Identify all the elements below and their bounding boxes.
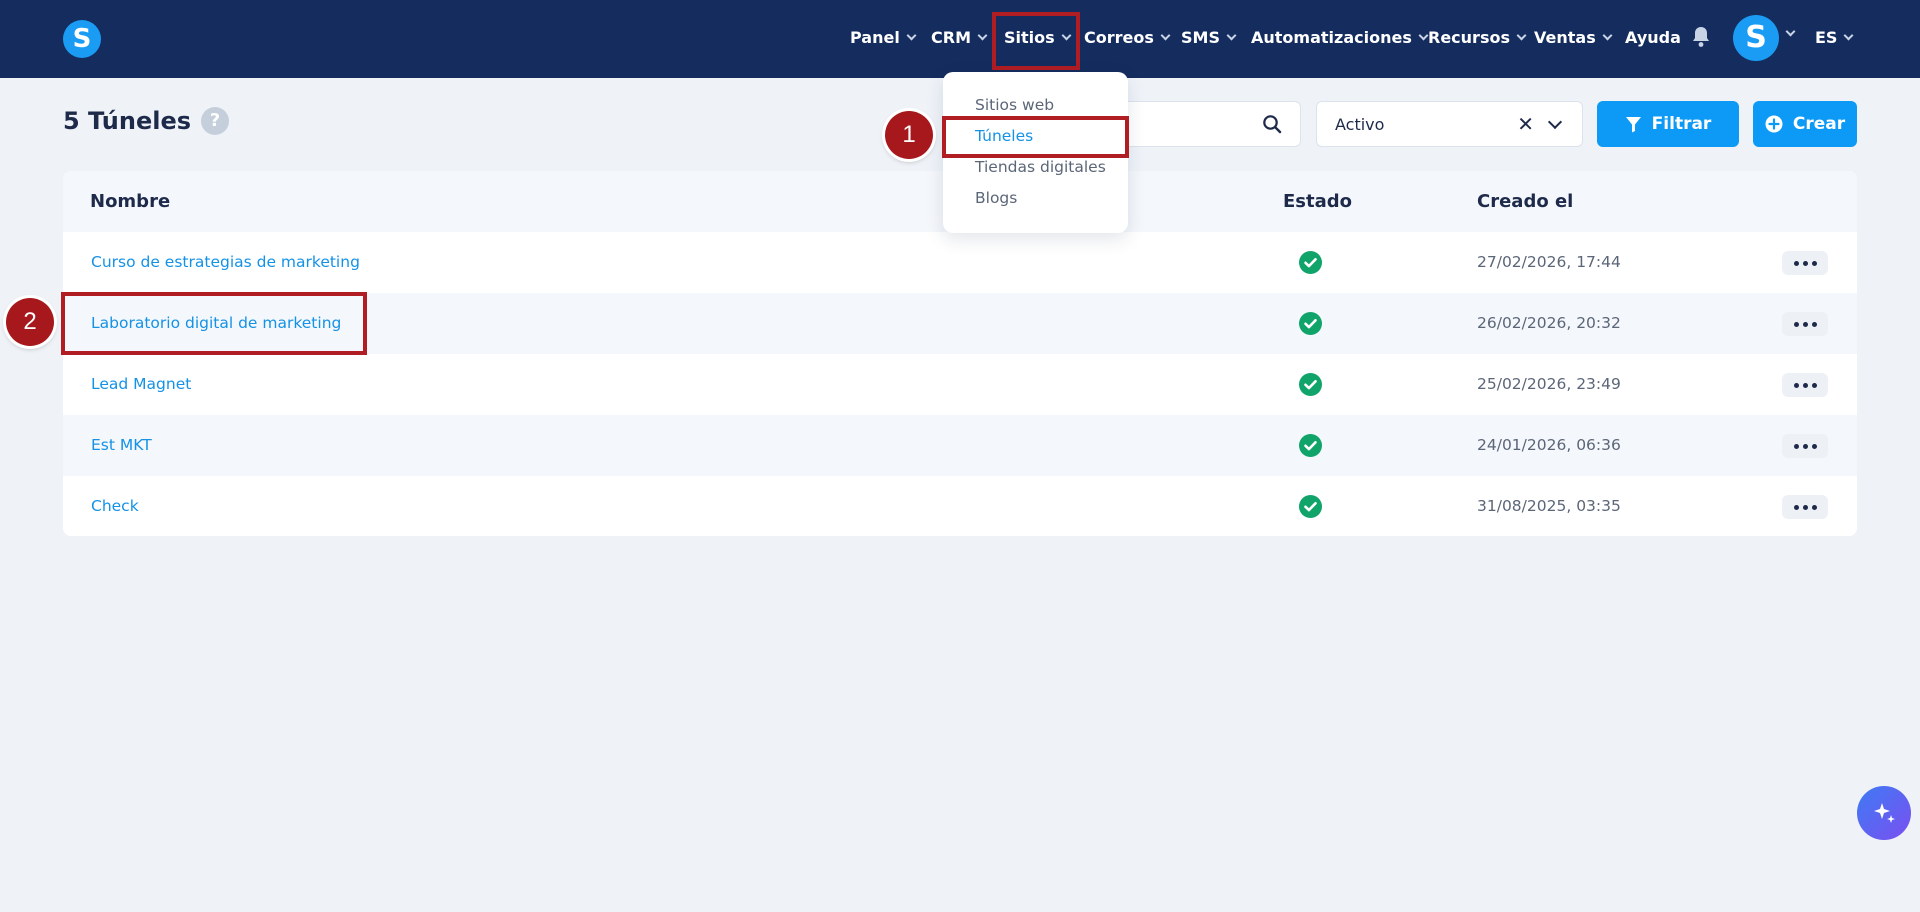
chevron-down-icon bbox=[1226, 30, 1237, 40]
chevron-down-icon bbox=[1418, 30, 1429, 40]
column-header-name[interactable]: Nombre bbox=[90, 191, 170, 212]
nav-panel-label: Panel bbox=[850, 27, 900, 47]
nav-ventas-label: Ventas bbox=[1534, 27, 1596, 47]
nav-crm[interactable]: CRM bbox=[931, 24, 988, 50]
column-header-created[interactable]: Creado el bbox=[1477, 191, 1573, 212]
nav-automatizaciones[interactable]: Automatizaciones bbox=[1251, 24, 1429, 50]
tunnel-name-link[interactable]: Curso de estrategias de marketing bbox=[91, 253, 360, 271]
top-navbar: S Panel CRM Sitios Correos SMS Automatiz… bbox=[0, 0, 1920, 78]
check-circle-icon bbox=[1299, 434, 1322, 457]
filter-icon bbox=[1625, 116, 1641, 132]
step-marker-1: 1 bbox=[885, 111, 933, 159]
app-logo[interactable]: S bbox=[63, 20, 101, 58]
sparkle-icon bbox=[1874, 803, 1895, 823]
clear-icon[interactable]: ✕ bbox=[1517, 112, 1534, 136]
nav-ventas[interactable]: Ventas bbox=[1534, 24, 1613, 50]
created-date: 27/02/2026, 17:44 bbox=[1477, 253, 1621, 271]
nav-ayuda[interactable]: Ayuda bbox=[1625, 24, 1681, 50]
tunnel-name-link[interactable]: Est MKT bbox=[91, 436, 152, 454]
search-icon[interactable] bbox=[1262, 114, 1282, 134]
row-actions-button[interactable] bbox=[1782, 373, 1828, 397]
chevron-down-icon bbox=[1516, 30, 1527, 40]
column-header-status[interactable]: Estado bbox=[1283, 191, 1352, 212]
filter-button[interactable]: Filtrar bbox=[1597, 101, 1739, 147]
sitios-dropdown-menu: Sitios web Túneles Tiendas digitales Blo… bbox=[943, 72, 1128, 233]
tunnel-name-link[interactable]: Laboratorio digital de marketing bbox=[91, 314, 341, 332]
create-button-label: Crear bbox=[1792, 114, 1846, 134]
chevron-down-icon[interactable] bbox=[1547, 114, 1563, 130]
check-circle-icon bbox=[1299, 373, 1322, 396]
nav-sitios[interactable]: Sitios bbox=[1004, 24, 1072, 50]
table-row: Est MKT 24/01/2026, 06:36 bbox=[63, 415, 1857, 476]
table-row: Curso de estrategias de marketing 27/02/… bbox=[63, 232, 1857, 293]
status-filter-value: Activo bbox=[1335, 114, 1385, 134]
page-title: 5 Túneles ? bbox=[63, 107, 230, 135]
language-selector[interactable]: ES bbox=[1815, 24, 1854, 50]
chevron-down-icon bbox=[1160, 30, 1171, 40]
filter-button-label: Filtrar bbox=[1651, 114, 1712, 134]
more-icon bbox=[1793, 382, 1799, 388]
created-date: 24/01/2026, 06:36 bbox=[1477, 436, 1621, 454]
chevron-down-icon bbox=[1602, 30, 1613, 40]
row-actions-button[interactable] bbox=[1782, 251, 1828, 275]
check-circle-icon bbox=[1299, 251, 1322, 274]
chevron-down-icon bbox=[906, 30, 917, 40]
nav-automatizaciones-label: Automatizaciones bbox=[1251, 27, 1412, 47]
table-row: Laboratorio digital de marketing 26/02/2… bbox=[63, 293, 1857, 354]
table-row: Lead Magnet 25/02/2026, 23:49 bbox=[63, 354, 1857, 415]
nav-panel[interactable]: Panel bbox=[850, 24, 917, 50]
nav-correos-label: Correos bbox=[1084, 27, 1154, 47]
menu-item-sitios-web[interactable]: Sitios web bbox=[975, 96, 1054, 114]
nav-sms-label: SMS bbox=[1181, 27, 1220, 47]
menu-item-blogs[interactable]: Blogs bbox=[975, 189, 1017, 207]
more-icon bbox=[1793, 321, 1799, 327]
chevron-down-icon bbox=[1061, 30, 1072, 40]
check-circle-icon bbox=[1299, 312, 1322, 335]
menu-item-tuneles[interactable]: Túneles bbox=[975, 127, 1033, 145]
nav-crm-label: CRM bbox=[931, 27, 971, 47]
check-circle-icon bbox=[1299, 495, 1322, 518]
row-actions-button[interactable] bbox=[1782, 434, 1828, 458]
page-title-text: 5 Túneles bbox=[63, 107, 192, 135]
created-date: 25/02/2026, 23:49 bbox=[1477, 375, 1621, 393]
user-avatar[interactable]: S bbox=[1733, 15, 1779, 61]
chevron-down-icon[interactable] bbox=[1785, 26, 1796, 37]
nav-ayuda-label: Ayuda bbox=[1625, 27, 1681, 47]
plus-circle-icon bbox=[1765, 115, 1783, 133]
table-row: Check 31/08/2025, 03:35 bbox=[63, 476, 1857, 536]
search-input[interactable] bbox=[1110, 101, 1301, 147]
assistant-button[interactable] bbox=[1857, 786, 1911, 840]
more-icon bbox=[1793, 260, 1799, 266]
created-date: 31/08/2025, 03:35 bbox=[1477, 497, 1621, 515]
tunnel-name-link[interactable]: Check bbox=[91, 497, 139, 515]
nav-sms[interactable]: SMS bbox=[1181, 24, 1237, 50]
created-date: 26/02/2026, 20:32 bbox=[1477, 314, 1621, 332]
step-marker-2: 2 bbox=[6, 298, 54, 346]
chevron-down-icon bbox=[977, 30, 988, 40]
nav-recursos-label: Recursos bbox=[1428, 27, 1510, 47]
create-button[interactable]: Crear bbox=[1753, 101, 1857, 147]
more-icon bbox=[1793, 504, 1799, 510]
status-filter-select[interactable]: Activo ✕ bbox=[1316, 101, 1583, 147]
chevron-down-icon bbox=[1844, 30, 1854, 40]
nav-sitios-label: Sitios bbox=[1004, 27, 1055, 47]
language-label: ES bbox=[1815, 27, 1838, 47]
tunnel-name-link[interactable]: Lead Magnet bbox=[91, 375, 191, 393]
help-icon[interactable]: ? bbox=[201, 107, 230, 135]
bell-icon[interactable] bbox=[1691, 26, 1711, 48]
menu-item-tiendas-digitales[interactable]: Tiendas digitales bbox=[975, 158, 1106, 176]
nav-correos[interactable]: Correos bbox=[1084, 24, 1171, 50]
row-actions-button[interactable] bbox=[1782, 495, 1828, 519]
row-actions-button[interactable] bbox=[1782, 312, 1828, 336]
more-icon bbox=[1793, 443, 1799, 449]
nav-recursos[interactable]: Recursos bbox=[1428, 24, 1527, 50]
